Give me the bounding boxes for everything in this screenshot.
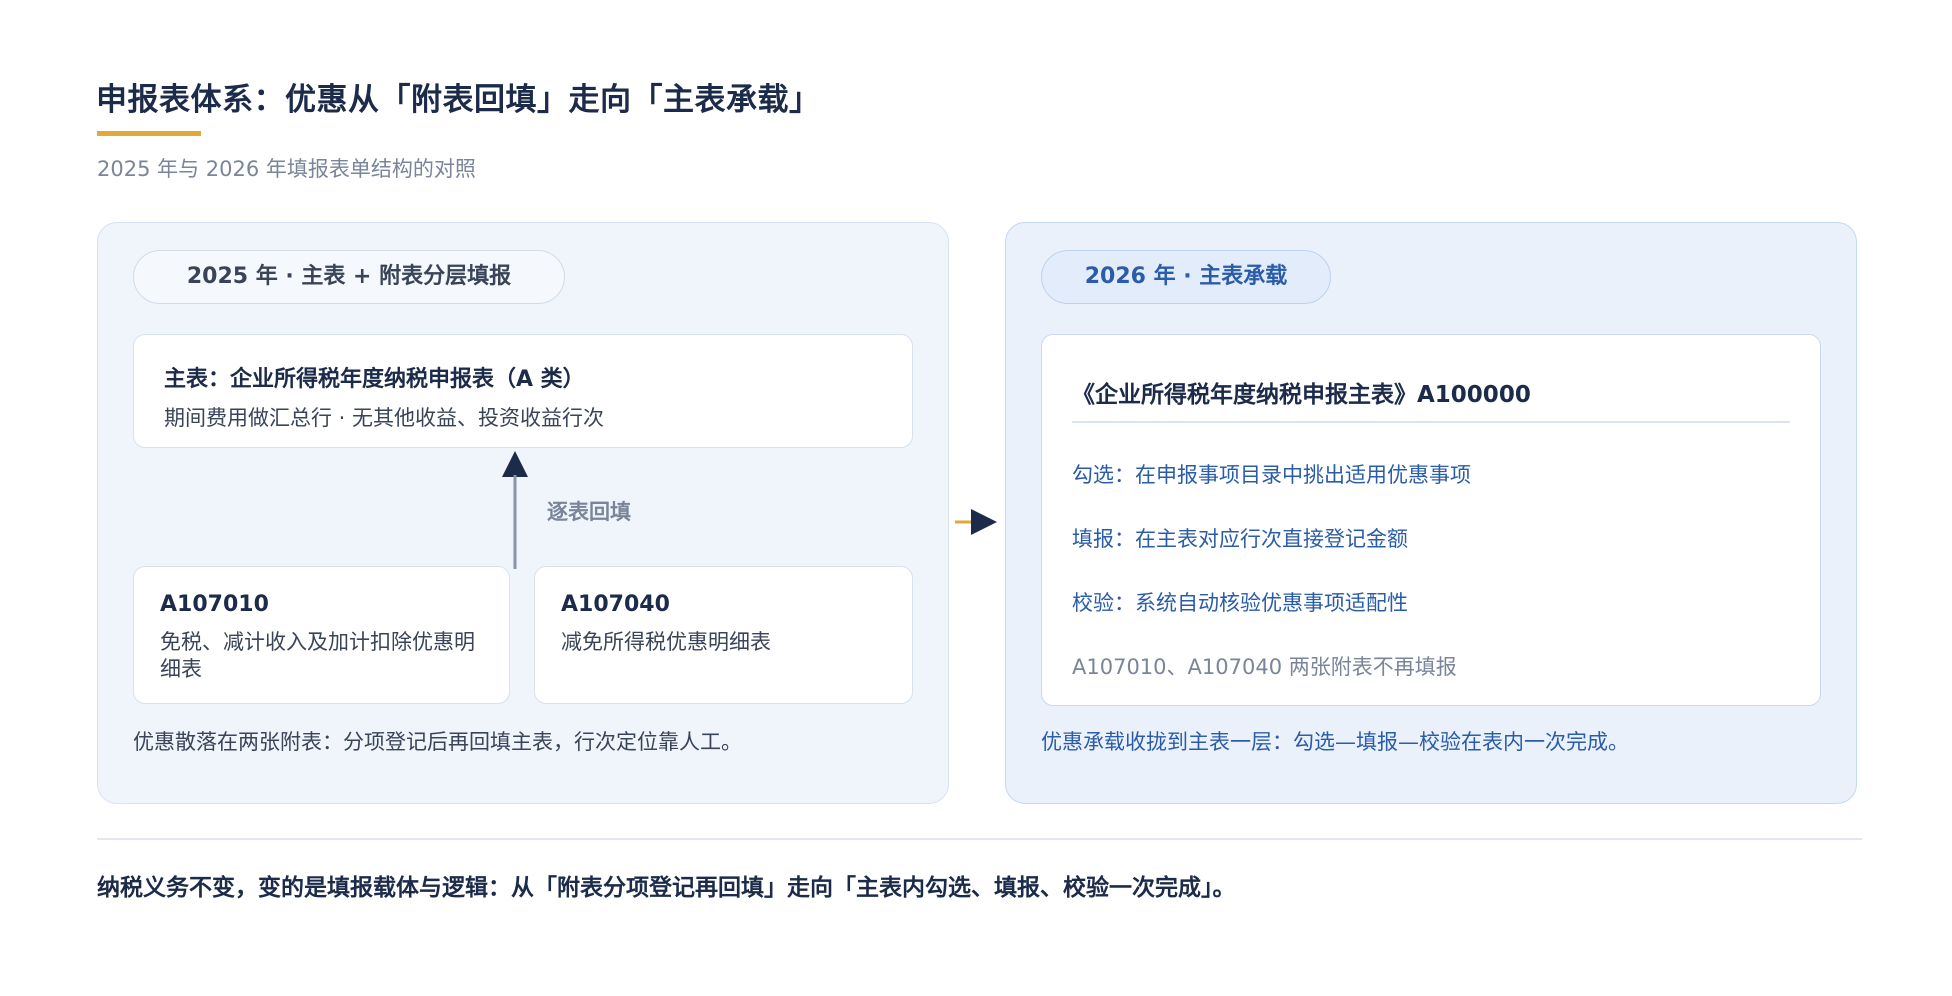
title-accent-bar	[97, 131, 201, 136]
panel-2025-label: 2025 年 · 主表 + 附表分层填报	[133, 250, 565, 304]
schedule-description: 免税、减计收入及加计扣除优惠明细表	[160, 630, 475, 681]
backfill-arrow-up-icon	[502, 451, 528, 569]
panel-2025-note: 优惠散落在两张附表：分项登记后再回填主表，行次定位靠人工。	[133, 730, 742, 754]
retired-schedules-note: A107010、A107040 两张附表不再填报	[1072, 655, 1457, 679]
panel-2026-note: 优惠承载收拢到主表一层：勾选—填报—校验在表内一次完成。	[1041, 730, 1629, 754]
main-form-title: 主表：企业所得税年度纳税申报表（A 类）	[164, 367, 585, 392]
footer-divider	[97, 838, 1862, 840]
schedule-card-a107040: A107040 减免所得税优惠明细表	[534, 566, 913, 704]
schedule-description: 减免所得税优惠明细表	[561, 630, 771, 654]
page-subtitle: 2025 年与 2026 年填报表单结构的对照	[97, 157, 476, 181]
main-form-card-2026: 《企业所得税年度纳税申报主表》A100000 勾选：在申报事项目录中挑出适用优惠…	[1041, 334, 1821, 706]
step-verify: 校验：系统自动核验优惠事项适配性	[1072, 591, 1408, 615]
card-divider	[1072, 421, 1790, 423]
step-fill: 填报：在主表对应行次直接登记金额	[1072, 527, 1408, 551]
main-form-title: 《企业所得税年度纳税申报主表》A100000	[1072, 382, 1531, 408]
panel-2026: 2026 年 · 主表承载 《企业所得税年度纳税申报主表》A100000 勾选：…	[1005, 222, 1857, 804]
main-form-description: 期间费用做汇总行 · 无其他收益、投资收益行次	[164, 406, 605, 430]
schedule-code: A107040	[561, 592, 670, 617]
panel-2025: 2025 年 · 主表 + 附表分层填报 主表：企业所得税年度纳税申报表（A 类…	[97, 222, 949, 804]
main-form-card-2025: 主表：企业所得税年度纳税申报表（A 类） 期间费用做汇总行 · 无其他收益、投资…	[133, 334, 913, 448]
schedule-code: A107010	[160, 592, 269, 617]
footer-conclusion: 纳税义务不变，变的是填报载体与逻辑：从「附表分项登记再回填」走向「主表内勾选、填…	[97, 875, 1236, 901]
schedule-card-a107010: A107010 免税、减计收入及加计扣除优惠明细表	[133, 566, 510, 704]
backfill-label: 逐表回填	[547, 500, 631, 524]
transition-arrow-right-icon	[955, 509, 997, 535]
panel-2026-label: 2026 年 · 主表承载	[1041, 250, 1331, 304]
page-title: 申报表体系：优惠从「附表回填」走向「主表承载」	[96, 82, 821, 118]
step-select: 勾选：在申报事项目录中挑出适用优惠事项	[1072, 463, 1471, 487]
